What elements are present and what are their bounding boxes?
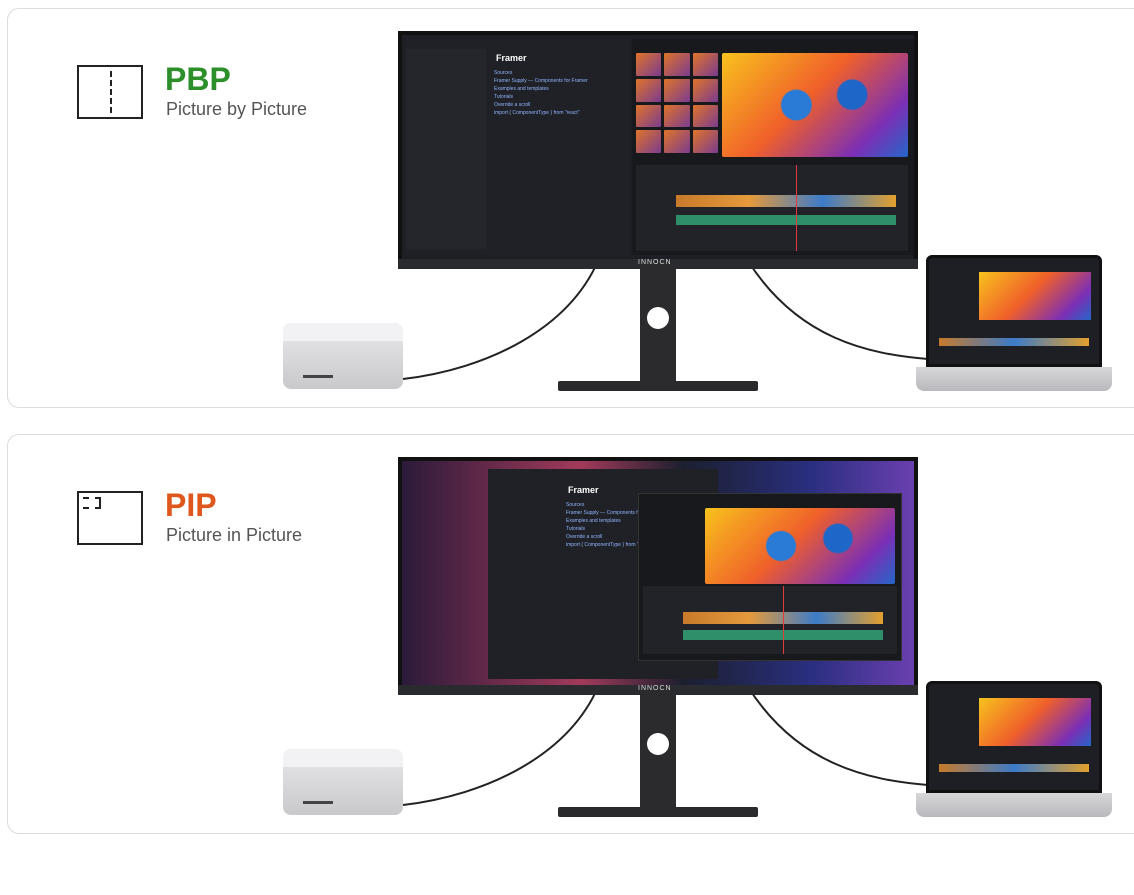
monitor-screen: Framer Sources Framer Supply — Component… [398, 31, 918, 263]
code-title: Framer [496, 53, 527, 63]
file-sidebar [406, 49, 486, 249]
mini-pc-top [283, 323, 403, 341]
mini-pc-port [303, 375, 333, 378]
video-timeline [636, 165, 908, 251]
playhead [796, 165, 797, 251]
code-title: Framer [568, 485, 599, 495]
pip-video-window [638, 493, 902, 661]
laptop-base [916, 793, 1112, 817]
video-preview [722, 53, 908, 157]
mini-pc-top [283, 749, 403, 767]
monitor-brand: INNOCN [638, 259, 672, 266]
laptop-screen [926, 255, 1102, 367]
stand-cable-hole [647, 307, 669, 329]
code-lines: Sources Framer Supply — Components for F… [494, 70, 588, 116]
monitor-base [558, 807, 758, 817]
monitor-base [558, 381, 758, 391]
monitor-brand: INNOCN [638, 685, 672, 692]
pbp-card: PBP Picture by Picture Framer Sources Fr… [7, 8, 1134, 408]
laptop-base [916, 367, 1112, 391]
video-editor-pane [632, 39, 914, 255]
code-editor-pane: Framer Sources Framer Supply — Component… [406, 39, 630, 255]
monitor-screen: Framer Sources Framer Supply — Component… [398, 457, 918, 689]
mini-pc-port [303, 801, 333, 804]
stand-cable-hole [647, 733, 669, 755]
laptop-screen [926, 681, 1102, 793]
pip-card: PIP Picture in Picture Framer Sources Fr… [7, 434, 1134, 834]
media-thumbnails [636, 53, 718, 153]
